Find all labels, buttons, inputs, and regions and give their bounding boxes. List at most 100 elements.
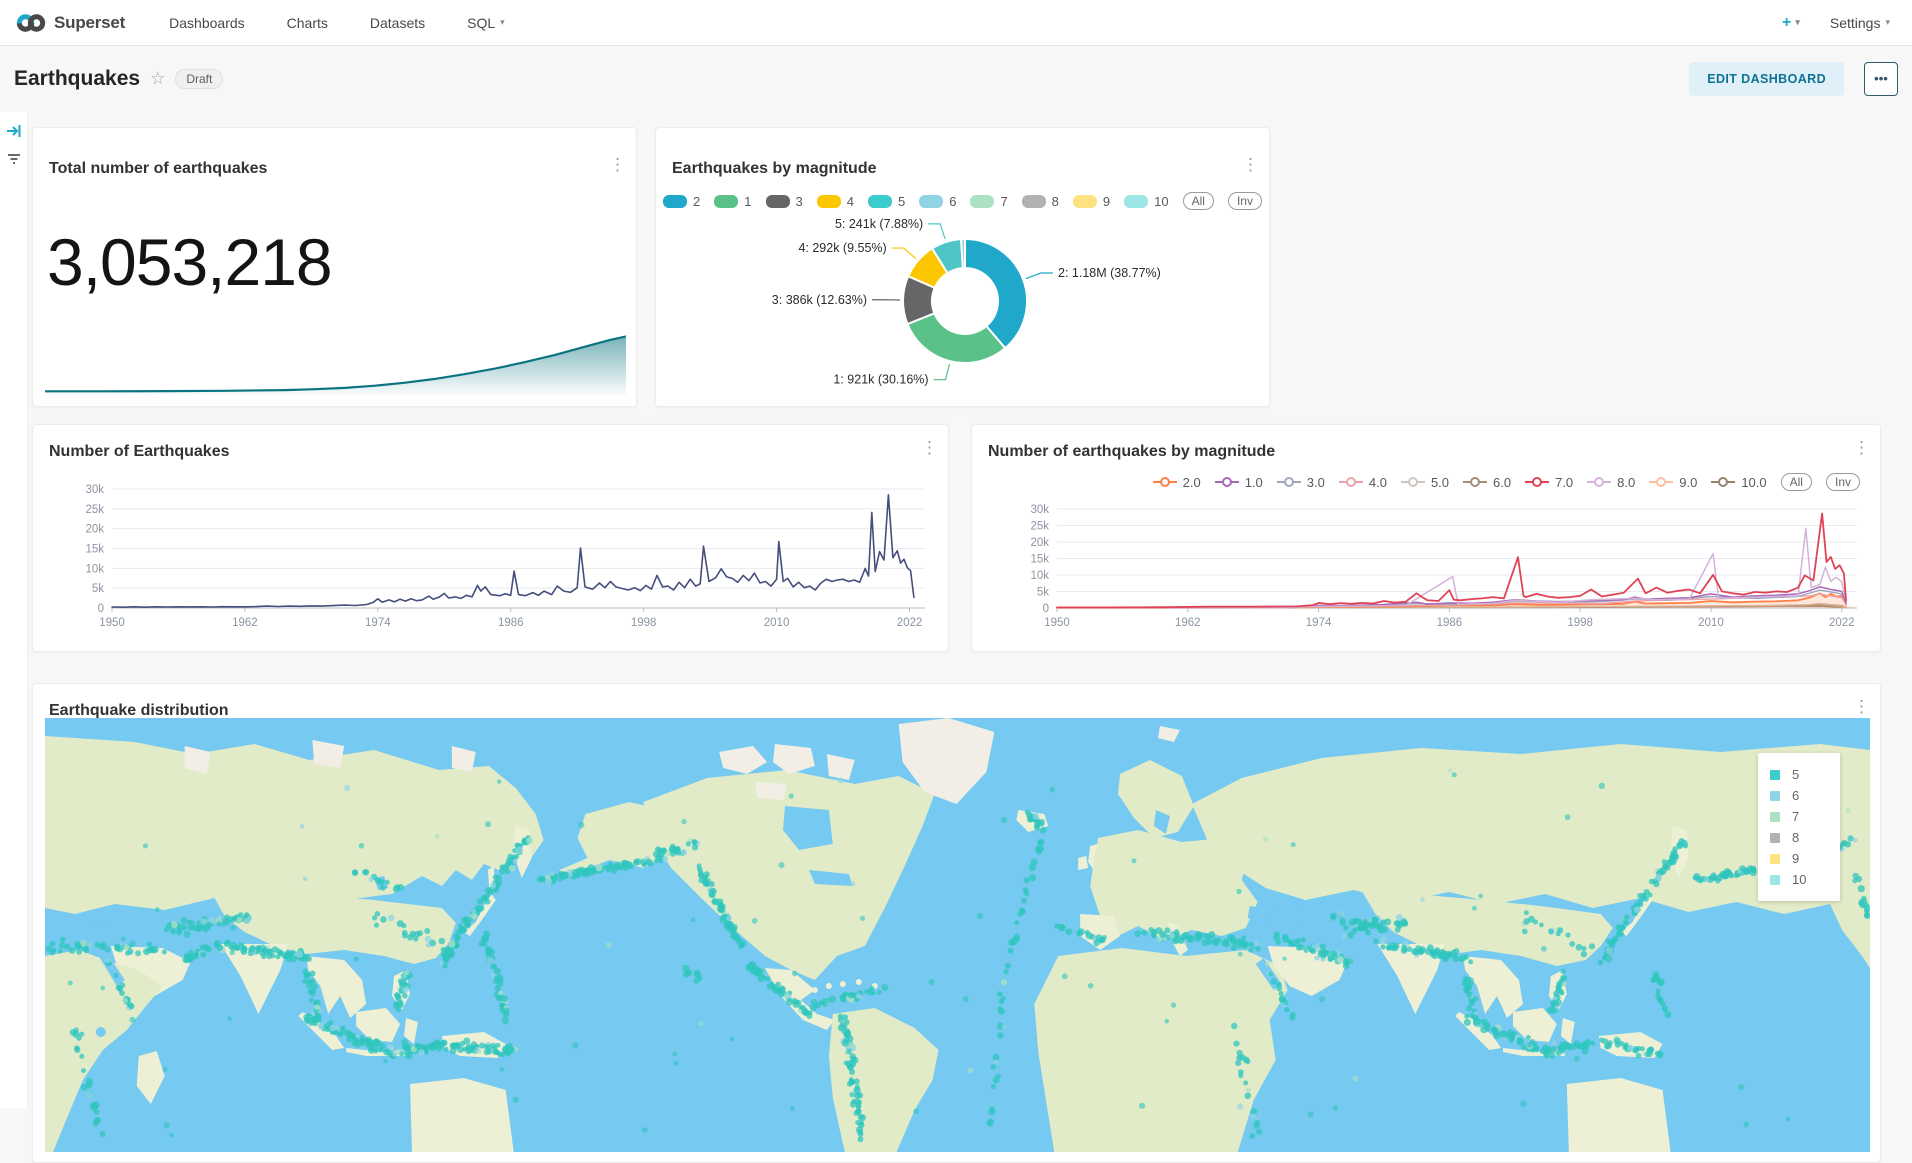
world-map[interactable]: 5678910 <box>45 718 1870 1152</box>
favorite-star-icon[interactable]: ☆ <box>150 69 165 89</box>
svg-text:1950: 1950 <box>1044 617 1070 629</box>
svg-text:1986: 1986 <box>498 617 524 629</box>
legend-label: 6 <box>949 194 956 209</box>
svg-text:5: 241k (7.88%): 5: 241k (7.88%) <box>835 217 923 231</box>
svg-text:0: 0 <box>98 603 104 615</box>
nav-item-sql[interactable]: SQL▾ <box>467 15 505 31</box>
legend-item-magnitude-7.0[interactable]: 7.0 <box>1525 475 1573 490</box>
legend-label: 8 <box>1052 194 1059 209</box>
legend-inv-button[interactable]: Inv <box>1228 192 1262 210</box>
legend-inv-button[interactable]: Inv <box>1826 473 1860 491</box>
legend-item-magnitude-9.0[interactable]: 9.0 <box>1649 475 1697 490</box>
chart-card-total-earthquakes: Total number of earthquakes ⋮ 3,053,218 <box>32 127 637 407</box>
line-marker-icon <box>1153 476 1177 488</box>
legend-item-magnitude-3[interactable]: 3 <box>766 194 803 209</box>
legend-swatch <box>1770 875 1780 885</box>
legend-swatch <box>766 195 790 208</box>
legend-swatch <box>1022 195 1046 208</box>
line-marker-icon <box>1525 476 1549 488</box>
legend-item-magnitude-8.0[interactable]: 8.0 <box>1587 475 1635 490</box>
map-legend-item: 7 <box>1770 806 1828 827</box>
svg-text:25k: 25k <box>1030 521 1049 533</box>
svg-text:2: 1.18M (38.77%): 2: 1.18M (38.77%) <box>1058 266 1161 280</box>
filter-funnel-icon[interactable] <box>5 150 23 168</box>
donut-legend: 21345678910AllInv <box>656 192 1269 210</box>
svg-text:1: 921k (30.16%): 1: 921k (30.16%) <box>833 373 928 387</box>
svg-text:30k: 30k <box>1030 504 1049 516</box>
svg-text:3: 386k (12.63%): 3: 386k (12.63%) <box>772 293 867 307</box>
legend-label: 6.0 <box>1493 475 1511 490</box>
legend-swatch <box>1770 854 1780 864</box>
nav-item-datasets[interactable]: Datasets <box>370 15 425 31</box>
legend-label: 5 <box>1792 767 1799 782</box>
svg-text:1950: 1950 <box>99 617 125 629</box>
svg-text:2022: 2022 <box>1829 617 1855 629</box>
line-marker-icon <box>1463 476 1487 488</box>
legend-item-magnitude-2[interactable]: 2 <box>663 194 700 209</box>
legend-item-magnitude-4.0[interactable]: 4.0 <box>1339 475 1387 490</box>
legend-all-button[interactable]: All <box>1183 192 1214 210</box>
legend-label: 3.0 <box>1307 475 1325 490</box>
line-marker-icon <box>1711 476 1735 488</box>
legend-item-magnitude-6.0[interactable]: 6.0 <box>1463 475 1511 490</box>
legend-swatch <box>970 195 994 208</box>
expand-filters-icon[interactable] <box>5 122 23 140</box>
legend-label: 2.0 <box>1183 475 1201 490</box>
svg-text:10k: 10k <box>1030 570 1049 582</box>
new-item-button[interactable]: +▾ <box>1782 14 1800 32</box>
svg-text:15k: 15k <box>1030 554 1049 566</box>
legend-item-magnitude-10.0[interactable]: 10.0 <box>1711 475 1766 490</box>
chart-menu-kebab-icon[interactable]: ⋮ <box>1242 158 1259 172</box>
svg-text:1986: 1986 <box>1437 617 1463 629</box>
svg-text:2010: 2010 <box>1698 617 1724 629</box>
legend-item-magnitude-5[interactable]: 5 <box>868 194 905 209</box>
edit-dashboard-button[interactable]: EDIT DASHBOARD <box>1689 62 1844 96</box>
map-legend-item: 8 <box>1770 827 1828 848</box>
chart-title: Number of Earthquakes <box>49 443 229 461</box>
legend-item-magnitude-9[interactable]: 9 <box>1073 194 1110 209</box>
header-actions: EDIT DASHBOARD ••• <box>1689 62 1898 96</box>
legend-item-magnitude-10[interactable]: 10 <box>1124 194 1168 209</box>
legend-label: 9 <box>1103 194 1110 209</box>
chart-card-earthquakes-by-magnitude: Earthquakes by magnitude ⋮ 21345678910Al… <box>655 127 1270 407</box>
chart-menu-kebab-icon[interactable]: ⋮ <box>1853 700 1870 714</box>
map-legend: 5678910 <box>1758 753 1840 901</box>
legend-label: 5.0 <box>1431 475 1449 490</box>
timeseries-chart[interactable]: 05k10k15k20k25k30k1950196219741986199820… <box>972 501 1881 652</box>
svg-text:2022: 2022 <box>897 617 923 629</box>
line-marker-icon <box>1277 476 1301 488</box>
legend-label: 4 <box>847 194 854 209</box>
legend-item-magnitude-5.0[interactable]: 5.0 <box>1401 475 1449 490</box>
chart-title: Number of earthquakes by magnitude <box>988 443 1275 461</box>
legend-item-magnitude-6[interactable]: 6 <box>919 194 956 209</box>
map-legend-item: 6 <box>1770 785 1828 806</box>
legend-all-button[interactable]: All <box>1781 473 1812 491</box>
legend-item-magnitude-8[interactable]: 8 <box>1022 194 1059 209</box>
legend-item-magnitude-3.0[interactable]: 3.0 <box>1277 475 1325 490</box>
settings-menu[interactable]: Settings▾ <box>1830 15 1890 31</box>
chart-menu-kebab-icon[interactable]: ⋮ <box>921 441 938 455</box>
svg-text:5k: 5k <box>1037 587 1049 599</box>
magnitude-legend: 2.0 1.0 3.0 4.0 5.0 6.0 7.0 8.0 9.0 10.0 All Inv <box>1153 473 1860 491</box>
legend-item-magnitude-4[interactable]: 4 <box>817 194 854 209</box>
donut-chart[interactable]: 2: 1.18M (38.77%) 1: 921k (30.16%) 3: 386k… <box>656 216 1270 406</box>
superset-logo[interactable]: Superset <box>0 12 125 34</box>
chart-menu-kebab-icon[interactable]: ⋮ <box>1853 441 1870 455</box>
legend-item-magnitude-1.0[interactable]: 1.0 <box>1215 475 1263 490</box>
legend-item-magnitude-2.0[interactable]: 2.0 <box>1153 475 1201 490</box>
chart-title: Total number of earthquakes <box>49 160 267 178</box>
timeseries-chart[interactable]: 05k10k15k20k25k30k1950196219741986199820… <box>33 465 949 652</box>
svg-text:1974: 1974 <box>1306 617 1332 629</box>
legend-swatch <box>714 195 738 208</box>
nav-item-charts[interactable]: Charts <box>287 15 328 31</box>
chart-menu-kebab-icon[interactable]: ⋮ <box>609 158 626 172</box>
big-number-value: 3,053,218 <box>47 224 332 300</box>
nav-item-dashboards[interactable]: Dashboards <box>169 15 245 31</box>
map-canvas[interactable] <box>45 718 1870 1152</box>
filter-bar-collapsed <box>0 112 28 1108</box>
legend-item-magnitude-7[interactable]: 7 <box>970 194 1007 209</box>
legend-label: 1.0 <box>1245 475 1263 490</box>
legend-item-magnitude-1[interactable]: 1 <box>714 194 751 209</box>
trendline-sparkline[interactable] <box>45 329 626 397</box>
more-options-button[interactable]: ••• <box>1864 62 1898 96</box>
